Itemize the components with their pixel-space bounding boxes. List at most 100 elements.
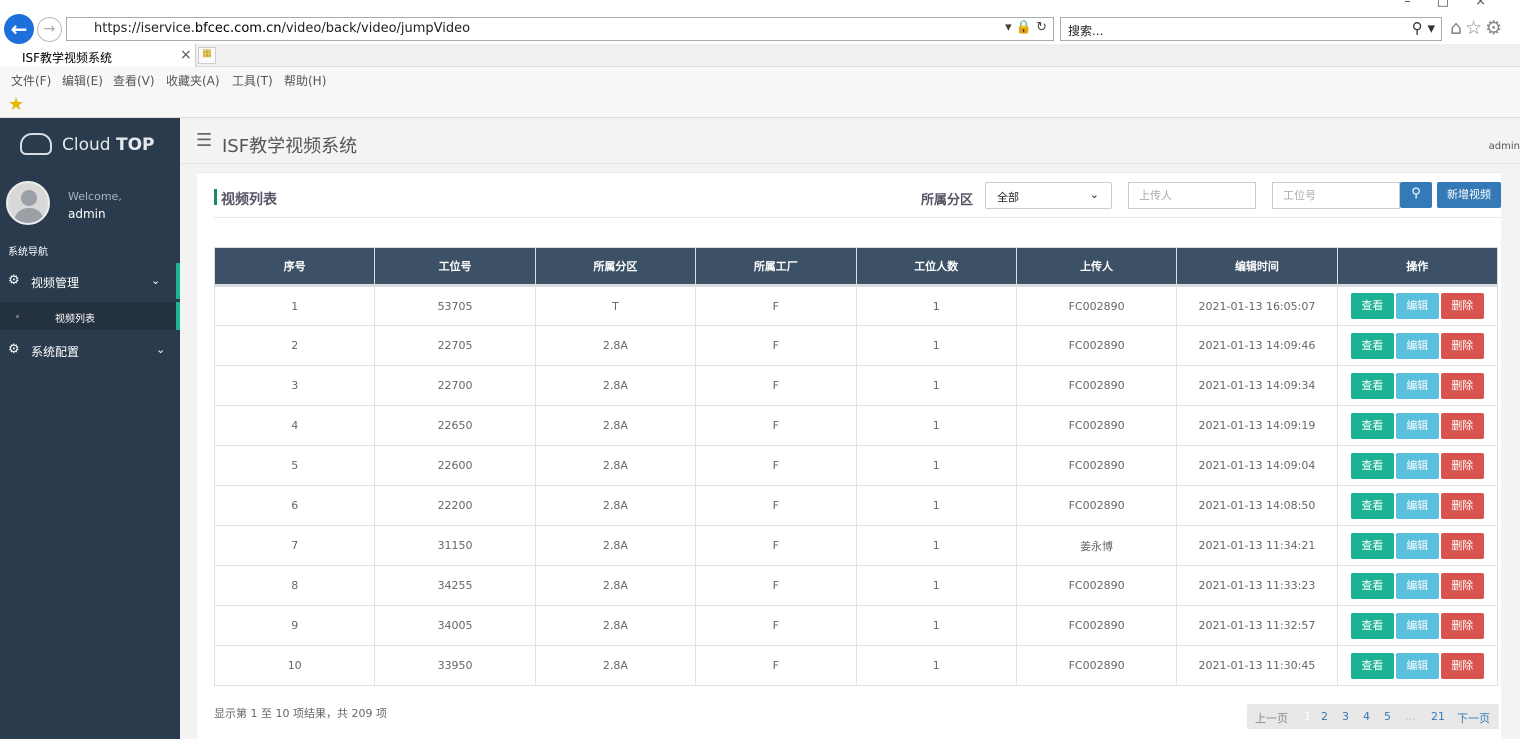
table-cell-actions: 查看 编辑 删除 xyxy=(1336,485,1499,526)
delete-button[interactable]: 删除 xyxy=(1440,452,1484,479)
page-link[interactable]: 4 xyxy=(1363,710,1370,723)
url-text: https://iservice.bfcec.com.cn/video/back… xyxy=(94,21,471,36)
browser-tab[interactable]: ISF教学视频系统 × xyxy=(0,44,196,67)
table-row: 3 22700 2.8A F 1 FC002890 2021-01-13 14:09:34 查… xyxy=(213,365,1499,406)
header-username[interactable]: admin xyxy=(1489,141,1520,152)
view-button[interactable]: 查看 xyxy=(1350,372,1394,399)
panel-title: 视频列表 xyxy=(221,192,277,208)
uploader-input[interactable] xyxy=(1128,182,1256,209)
gear-icon[interactable]: ⚙ xyxy=(1485,17,1505,39)
view-button[interactable]: 查看 xyxy=(1350,293,1394,319)
edit-button[interactable]: 编辑 xyxy=(1395,452,1439,479)
sidebar-item-video-management[interactable]: ⚙ 视频管理 ⌄ xyxy=(0,263,180,299)
table-cell: F xyxy=(695,405,857,446)
delete-button[interactable]: 删除 xyxy=(1440,652,1484,679)
view-button[interactable]: 查看 xyxy=(1350,412,1394,439)
browser-search-field[interactable]: 搜索... ⚲ ▾ xyxy=(1060,17,1442,41)
page-link[interactable]: 5 xyxy=(1384,710,1391,723)
view-button[interactable]: 查看 xyxy=(1350,452,1394,479)
edit-button[interactable]: 编辑 xyxy=(1395,532,1439,559)
station-number-input[interactable] xyxy=(1272,182,1400,209)
table-cell: F xyxy=(695,525,857,566)
table-cell: 8 xyxy=(213,565,376,606)
page-link-last[interactable]: 21 xyxy=(1431,710,1445,723)
table-cell: 2.8A xyxy=(534,565,697,606)
table-cell: F xyxy=(695,645,857,686)
page-link[interactable]: 3 xyxy=(1342,710,1349,723)
table-cell: FC002890 xyxy=(1015,284,1178,326)
close-window-icon[interactable]: × xyxy=(1475,0,1512,9)
close-tab-icon[interactable]: × xyxy=(180,47,192,63)
menu-file[interactable]: 文件(F) xyxy=(11,72,51,89)
new-tab-icon[interactable]: ▦ xyxy=(198,47,216,64)
back-arrow-icon[interactable]: ← xyxy=(4,14,34,44)
refresh-icon[interactable]: ↻ xyxy=(1036,20,1047,35)
edit-button[interactable]: 编辑 xyxy=(1395,293,1439,319)
menu-favorites[interactable]: 收藏夹(A) xyxy=(166,72,220,89)
table-row: 2 22705 2.8A F 1 FC002890 2021-01-13 14:09:46 查… xyxy=(213,325,1499,366)
hamburger-menu-icon[interactable]: ☰ xyxy=(196,132,212,150)
view-button[interactable]: 查看 xyxy=(1350,612,1394,639)
delete-button[interactable]: 删除 xyxy=(1440,492,1484,519)
column-header[interactable]: 上传人 xyxy=(1015,247,1178,286)
table-row: 8 34255 2.8A F 1 FC002890 2021-01-13 11:33:23 查… xyxy=(213,565,1499,606)
delete-button[interactable]: 删除 xyxy=(1440,372,1484,399)
dropdown-arrow-icon[interactable]: ▾ xyxy=(1005,20,1012,35)
panel-header: 视频列表 所属分区 全部 ⌄ ⚲ 新增视频 xyxy=(197,173,1501,219)
url-field[interactable]: https://iservice.bfcec.com.cn/video/back… xyxy=(66,17,1054,41)
delete-button[interactable]: 删除 xyxy=(1440,332,1484,359)
page-link[interactable]: 2 xyxy=(1321,710,1328,723)
prev-page-link[interactable]: 上一页 xyxy=(1255,710,1288,726)
delete-button[interactable]: 删除 xyxy=(1440,572,1484,599)
edit-button[interactable]: 编辑 xyxy=(1395,572,1439,599)
menu-help[interactable]: 帮助(H) xyxy=(284,72,326,89)
column-header[interactable]: 序号 xyxy=(213,247,376,286)
table-cell: FC002890 xyxy=(1015,445,1178,486)
chevron-down-icon: ⌄ xyxy=(156,343,166,356)
restore-icon[interactable]: □ xyxy=(1437,0,1475,9)
add-favorite-star-icon[interactable]: ★ xyxy=(8,94,24,115)
add-video-button[interactable]: 新增视频 xyxy=(1437,182,1501,208)
menu-edit[interactable]: 编辑(E) xyxy=(62,72,103,89)
search-button[interactable]: ⚲ xyxy=(1400,182,1432,208)
menu-tools[interactable]: 工具(T) xyxy=(232,72,273,89)
delete-button[interactable]: 删除 xyxy=(1440,612,1484,639)
sidebar-item-system-config[interactable]: ⚙ 系统配置 ⌄ xyxy=(0,332,180,368)
edit-button[interactable]: 编辑 xyxy=(1395,652,1439,679)
view-button[interactable]: 查看 xyxy=(1350,532,1394,559)
column-header[interactable]: 工位人数 xyxy=(855,247,1017,286)
minimize-icon[interactable]: – xyxy=(1404,0,1437,9)
edit-button[interactable]: 编辑 xyxy=(1395,412,1439,439)
favorites-star-icon[interactable]: ☆ xyxy=(1465,17,1485,39)
page-link-current[interactable]: 1 xyxy=(1304,710,1311,723)
delete-button[interactable]: 删除 xyxy=(1440,293,1484,319)
lock-icon[interactable]: 🔒 xyxy=(1016,20,1032,35)
column-header[interactable]: 编辑时间 xyxy=(1176,247,1338,286)
view-button[interactable]: 查看 xyxy=(1350,652,1394,679)
table-cell: 2021-01-13 11:33:23 xyxy=(1176,565,1338,606)
edit-button[interactable]: 编辑 xyxy=(1395,372,1439,399)
home-icon[interactable]: ⌂ xyxy=(1450,17,1465,39)
partition-select[interactable]: 全部 ⌄ xyxy=(985,182,1112,209)
view-button[interactable]: 查看 xyxy=(1350,332,1394,359)
cloud-icon xyxy=(20,133,52,155)
view-button[interactable]: 查看 xyxy=(1350,492,1394,519)
view-button[interactable]: 查看 xyxy=(1350,572,1394,599)
sidebar-subitem-video-list[interactable]: 视频列表 xyxy=(0,302,180,330)
delete-button[interactable]: 删除 xyxy=(1440,412,1484,439)
edit-button[interactable]: 编辑 xyxy=(1395,332,1439,359)
delete-button[interactable]: 删除 xyxy=(1440,532,1484,559)
column-header[interactable]: 所属工厂 xyxy=(695,247,857,286)
edit-button[interactable]: 编辑 xyxy=(1395,492,1439,519)
next-page-link[interactable]: 下一页 xyxy=(1457,710,1490,726)
search-icon[interactable]: ⚲ ▾ xyxy=(1412,19,1435,37)
menu-view[interactable]: 查看(V) xyxy=(113,72,155,89)
partition-select-value: 全部 xyxy=(997,191,1019,204)
edit-button[interactable]: 编辑 xyxy=(1395,612,1439,639)
table-cell: 姜永博 xyxy=(1015,525,1178,566)
forward-arrow-icon[interactable]: → xyxy=(37,17,62,42)
column-header[interactable]: 工位号 xyxy=(374,247,536,286)
column-header[interactable]: 所属分区 xyxy=(534,247,697,286)
table-cell: 1 xyxy=(855,645,1017,686)
table-cell: F xyxy=(695,445,857,486)
